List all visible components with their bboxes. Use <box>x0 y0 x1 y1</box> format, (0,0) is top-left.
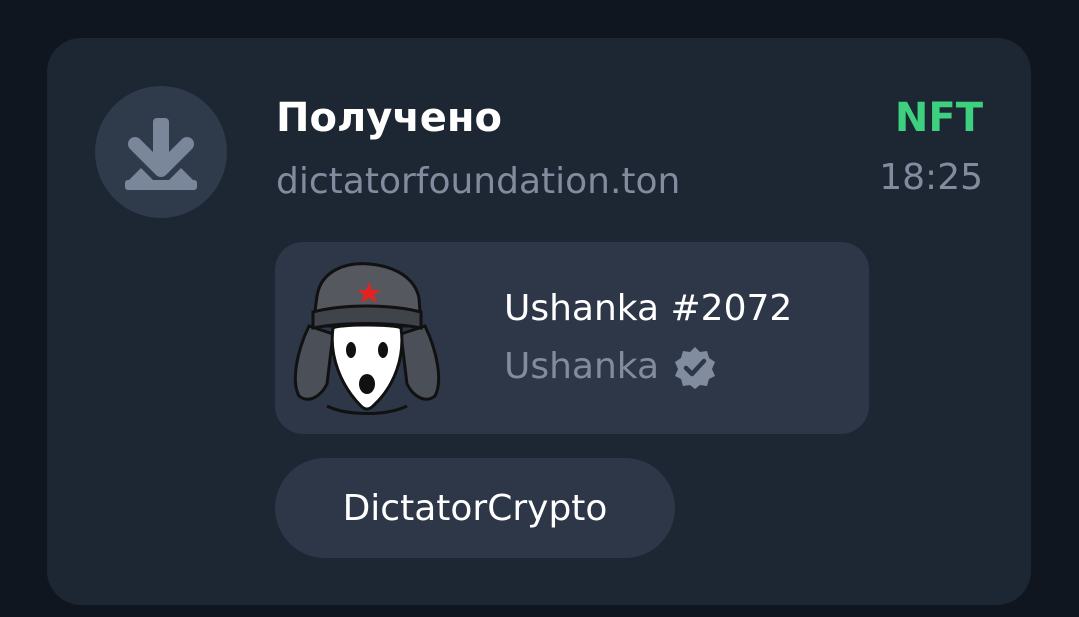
nft-card[interactable]: Ushanka #2072 Ushanka <box>275 242 869 434</box>
download-icon <box>125 118 197 190</box>
transaction-type-label: NFT <box>894 95 983 141</box>
nft-collection: Ushanka <box>504 342 717 392</box>
ushanka-dog-image <box>293 262 441 415</box>
verified-badge-icon <box>675 347 716 389</box>
transaction-card[interactable]: Получено dictatorfoundation.ton NFT 18:2… <box>47 38 1031 605</box>
nft-collection-label: Ushanka <box>504 346 660 387</box>
sender-address[interactable]: dictatorfoundation.ton <box>276 156 680 208</box>
comment-chip[interactable]: DictatorCrypto <box>275 458 675 558</box>
comment-text: DictatorCrypto <box>342 487 608 529</box>
nft-name: Ushanka #2072 <box>504 288 793 329</box>
transaction-time: 18:25 <box>879 157 983 198</box>
transaction-title: Получено <box>276 95 503 141</box>
received-icon-circle <box>95 86 227 218</box>
